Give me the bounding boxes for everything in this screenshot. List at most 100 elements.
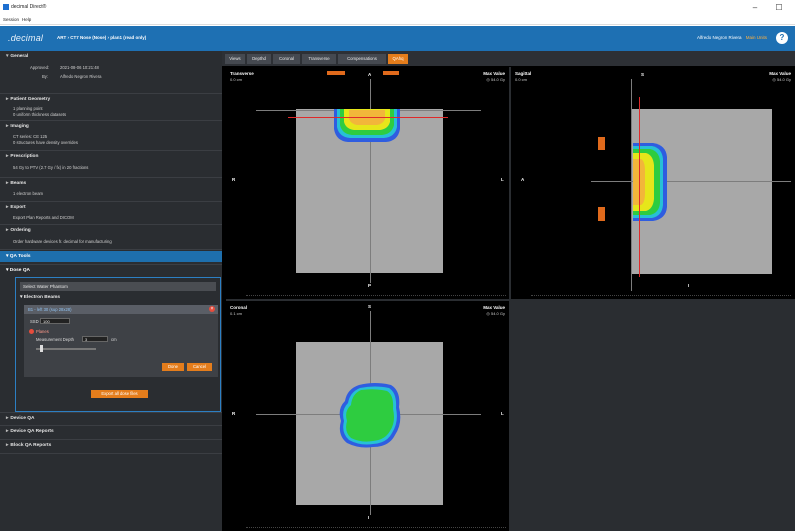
- section-ordering[interactable]: ▸ Ordering Order hardware devices fr. dec…: [0, 225, 222, 250]
- section-device-qa[interactable]: ▸ Device QA: [0, 412, 222, 426]
- menu-help[interactable]: Help: [22, 17, 31, 22]
- red-crosshair[interactable]: [639, 97, 640, 277]
- section-header[interactable]: ▸ Ordering: [6, 228, 31, 233]
- orientation-top: S: [641, 72, 645, 77]
- section-title: Prescription: [10, 154, 39, 159]
- section-patient-geometry[interactable]: ▸ Patient Geometry 1 planning point 0 uni…: [0, 94, 222, 121]
- depth-slider-track[interactable]: [36, 348, 96, 350]
- section-header[interactable]: ▸ Prescription: [6, 154, 38, 159]
- tab-qahq[interactable]: QAhq: [388, 54, 408, 64]
- coronal-view[interactable]: Coronal 0.1 cm Max Value ◎ 54.0 Gy S R L…: [226, 301, 509, 531]
- ruler: [246, 527, 506, 531]
- section-general[interactable]: ▾ General Approved: 2021-08-06 10:21:48 B…: [0, 51, 222, 94]
- section-block-qa-reports[interactable]: ▸ Block QA Reports: [0, 440, 222, 454]
- minimize-button[interactable]: –: [745, 2, 765, 13]
- section-line: 0 uniform thickness datasets: [13, 112, 67, 117]
- section-title-text: QA Tools: [9, 254, 31, 259]
- electron-beams-title: Electron Beams: [23, 295, 61, 300]
- tab-compensations[interactable]: Compensations: [338, 54, 386, 64]
- sagittal-view[interactable]: Sagittal 0.0 cm Max Value ◎ 54.0 Gy S A …: [511, 67, 795, 299]
- dose-distribution: [339, 383, 401, 448]
- section-line: CT series: CE 125: [13, 134, 48, 139]
- section-dose-qa[interactable]: ▾ Dose QA: [0, 264, 222, 275]
- by-value: Alfredo Negron Rivera: [60, 74, 102, 79]
- section-title: Ordering: [10, 228, 31, 233]
- beam-name[interactable]: B1 - left 30 (sup 28x28): [28, 307, 72, 312]
- view-divider[interactable]: [226, 299, 795, 301]
- window-titlebar: decimal Direct® – ☐: [0, 0, 795, 15]
- orientation-top: A: [368, 72, 372, 77]
- section-prescription[interactable]: ▸ Prescription 54 Gy to PTV (2.7 Gy / fx)…: [0, 151, 222, 178]
- orientation-left: R: [232, 411, 236, 416]
- crosshair-horizontal[interactable]: [591, 181, 791, 182]
- section-line: Order hardware devices fr. decimal for m…: [13, 239, 112, 244]
- select-water-phantom[interactable]: Select Water Phantom: [20, 282, 216, 291]
- units-link[interactable]: Main Units: [746, 35, 767, 40]
- section-header[interactable]: ▸ Export: [6, 205, 26, 210]
- tab-coronal[interactable]: Coronal: [273, 54, 300, 64]
- depth-unit: cm: [111, 337, 117, 342]
- section-title: ▾ Dose QA: [6, 268, 31, 273]
- dose-distribution: [633, 143, 667, 221]
- export-dose-files-button[interactable]: Export all dose files: [91, 390, 148, 398]
- tab-transverse[interactable]: Transverse: [302, 54, 336, 64]
- section-header[interactable]: ▾ General: [6, 54, 28, 59]
- tab-depthd[interactable]: Depthd: [247, 54, 271, 64]
- electron-beams-header[interactable]: ▾ Electron Beams: [20, 295, 60, 300]
- orientation-left: R: [232, 177, 236, 182]
- section-header[interactable]: ▸ Patient Geometry: [6, 97, 50, 102]
- approved-label: Approved:: [30, 65, 50, 70]
- section-title-text: Dose QA: [9, 268, 31, 273]
- section-line: Export Plan Reports and DICOM: [13, 215, 74, 220]
- section-title: Device QA: [10, 416, 35, 421]
- done-button[interactable]: Done: [162, 363, 184, 371]
- main-viewer: Views Depthd Coronal Transverse Compensa…: [222, 51, 795, 531]
- section-beams[interactable]: ▸ Beams 1 electron beam: [0, 178, 222, 202]
- ssd-input[interactable]: 100: [40, 318, 70, 324]
- ssd-label: SSD: [30, 319, 39, 324]
- maximize-button[interactable]: ☐: [769, 2, 789, 13]
- orientation-top: S: [368, 304, 372, 309]
- section-header[interactable]: ▸ Beams: [6, 181, 26, 186]
- planes-label: Planes: [36, 329, 49, 334]
- close-icon[interactable]: ×: [209, 306, 215, 312]
- depth-slider-handle[interactable]: [40, 345, 43, 352]
- empty-view: [511, 301, 795, 531]
- section-header[interactable]: ▸ Device QA Reports: [6, 429, 54, 434]
- transverse-view[interactable]: Transverse 0.0 cm Max Value ◎ 54.0 Gy A …: [226, 67, 509, 299]
- orientation-right: L: [501, 411, 504, 416]
- expand-triangle-icon: ▸: [6, 429, 9, 434]
- section-imaging[interactable]: ▸ Imaging CT series: CE 125 0 structures …: [0, 121, 222, 151]
- orientation-right: L: [501, 177, 504, 182]
- section-header[interactable]: ▸ Device QA: [6, 416, 34, 421]
- orientation-bottom: P: [368, 283, 372, 288]
- max-value: ◎ 54.0 Gy: [486, 311, 505, 316]
- dose-qa-panel: Select Water Phantom ▾ Electron Beams B1…: [15, 277, 221, 412]
- app-header: .decimal ART › CT7 Nose (Nose) › plan1 (…: [0, 26, 795, 51]
- section-line: 1 electron beam: [13, 191, 44, 196]
- orientation-bottom: I: [368, 515, 370, 520]
- planes-radio[interactable]: [29, 329, 34, 334]
- max-value-label: Max Value: [483, 305, 505, 310]
- brand-logo: .decimal: [8, 33, 44, 43]
- section-device-qa-reports[interactable]: ▸ Device QA Reports: [0, 426, 222, 440]
- help-icon[interactable]: ?: [776, 32, 788, 44]
- section-header[interactable]: ▸ Imaging: [6, 124, 29, 129]
- expand-triangle-icon: ▸: [6, 124, 9, 129]
- approved-value: 2021-08-06 10:21:48: [60, 65, 99, 70]
- breadcrumb[interactable]: ART › CT7 Nose (Nose) › plan1 (read only…: [57, 35, 146, 40]
- section-title: Block QA Reports: [10, 443, 52, 448]
- section-line: 1 planning point: [13, 106, 43, 111]
- depth-input[interactable]: 3: [82, 336, 108, 342]
- section-title: Export: [10, 205, 26, 210]
- expand-triangle-icon: ▸: [6, 181, 9, 186]
- view-title: Transverse: [230, 71, 254, 76]
- red-crosshair[interactable]: [288, 117, 448, 118]
- cancel-button[interactable]: Cancel: [187, 363, 212, 371]
- tab-views[interactable]: Views: [225, 54, 245, 64]
- menu-session[interactable]: Session: [3, 17, 19, 22]
- section-qa-tools[interactable]: ▾ QA Tools: [0, 251, 222, 262]
- section-header[interactable]: ▸ Block QA Reports: [6, 443, 51, 448]
- max-value-label: Max Value: [483, 71, 505, 76]
- section-export[interactable]: ▸ Export Export Plan Reports and DICOM: [0, 202, 222, 225]
